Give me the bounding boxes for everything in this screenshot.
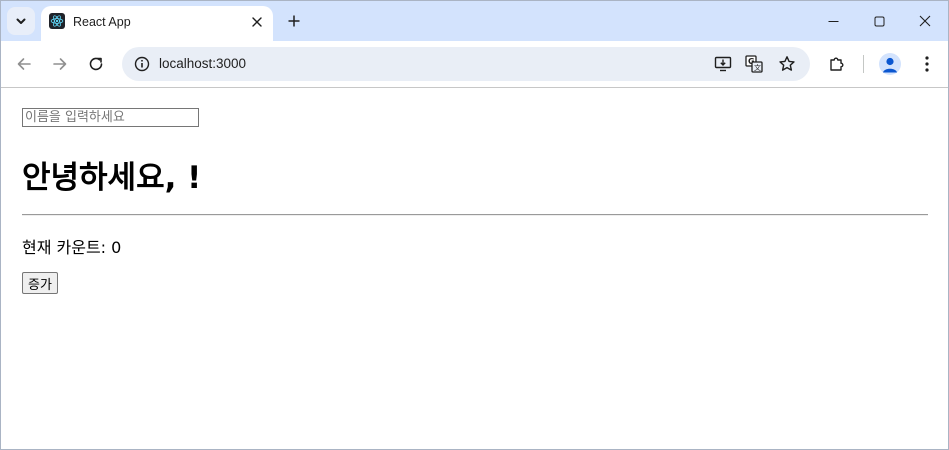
close-window-button[interactable] bbox=[902, 1, 948, 41]
svg-text:文: 文 bbox=[754, 63, 761, 72]
forward-button[interactable] bbox=[45, 49, 75, 79]
tab-title: React App bbox=[73, 15, 131, 29]
url-text[interactable]: localhost:3000 bbox=[159, 56, 246, 71]
name-input[interactable] bbox=[22, 108, 199, 127]
site-info-button[interactable] bbox=[128, 50, 156, 78]
plus-icon bbox=[288, 15, 300, 27]
maximize-icon bbox=[874, 16, 884, 26]
install-app-button[interactable] bbox=[710, 51, 736, 77]
toolbar-separator bbox=[863, 55, 864, 73]
avatar-icon bbox=[883, 57, 897, 73]
minimize-button[interactable] bbox=[810, 1, 856, 41]
install-app-icon bbox=[714, 56, 732, 72]
translate-button[interactable]: G文 bbox=[741, 51, 767, 77]
new-tab-button[interactable] bbox=[282, 9, 306, 33]
greeting-heading: 안녕하세요, ! bbox=[22, 160, 202, 196]
profile-button[interactable] bbox=[879, 53, 901, 75]
star-icon bbox=[779, 56, 795, 71]
maximize-button[interactable] bbox=[856, 1, 902, 41]
browser-tab[interactable]: React App bbox=[41, 6, 273, 41]
reload-icon bbox=[89, 57, 103, 71]
browser-toolbar: localhost:3000 G文 bbox=[1, 41, 948, 88]
horizontal-rule bbox=[22, 214, 928, 216]
close-icon bbox=[252, 17, 262, 27]
bookmark-button[interactable] bbox=[774, 51, 800, 77]
info-icon bbox=[134, 56, 150, 72]
increment-button[interactable]: 증가 bbox=[22, 272, 58, 294]
count-text: 현재 카운트: 0 bbox=[22, 238, 122, 257]
close-icon bbox=[919, 15, 931, 27]
extensions-button[interactable] bbox=[822, 49, 852, 79]
chevron-down-icon bbox=[16, 18, 26, 24]
react-logo-icon bbox=[49, 13, 65, 29]
back-button[interactable] bbox=[9, 49, 39, 79]
back-arrow-icon bbox=[17, 58, 31, 70]
kebab-menu-icon bbox=[925, 56, 929, 72]
puzzle-icon bbox=[830, 57, 844, 71]
address-bar[interactable]: localhost:3000 G文 bbox=[122, 47, 810, 81]
tab-search-button[interactable] bbox=[7, 7, 35, 35]
browser-window: React App localhost:3000 G 文 이름을 입력하세요 안… bbox=[0, 0, 949, 450]
tab-strip: React App bbox=[1, 1, 948, 41]
forward-arrow-icon bbox=[53, 58, 67, 70]
close-tab-button[interactable] bbox=[246, 11, 268, 33]
page-content: 안녕하세요, ! 현재 카운트: 0 증가 bbox=[1, 88, 948, 449]
browser-menu-button[interactable] bbox=[912, 49, 942, 79]
translate-icon: G文 bbox=[745, 55, 763, 73]
minimize-icon bbox=[828, 20, 838, 22]
reload-button[interactable] bbox=[81, 49, 111, 79]
